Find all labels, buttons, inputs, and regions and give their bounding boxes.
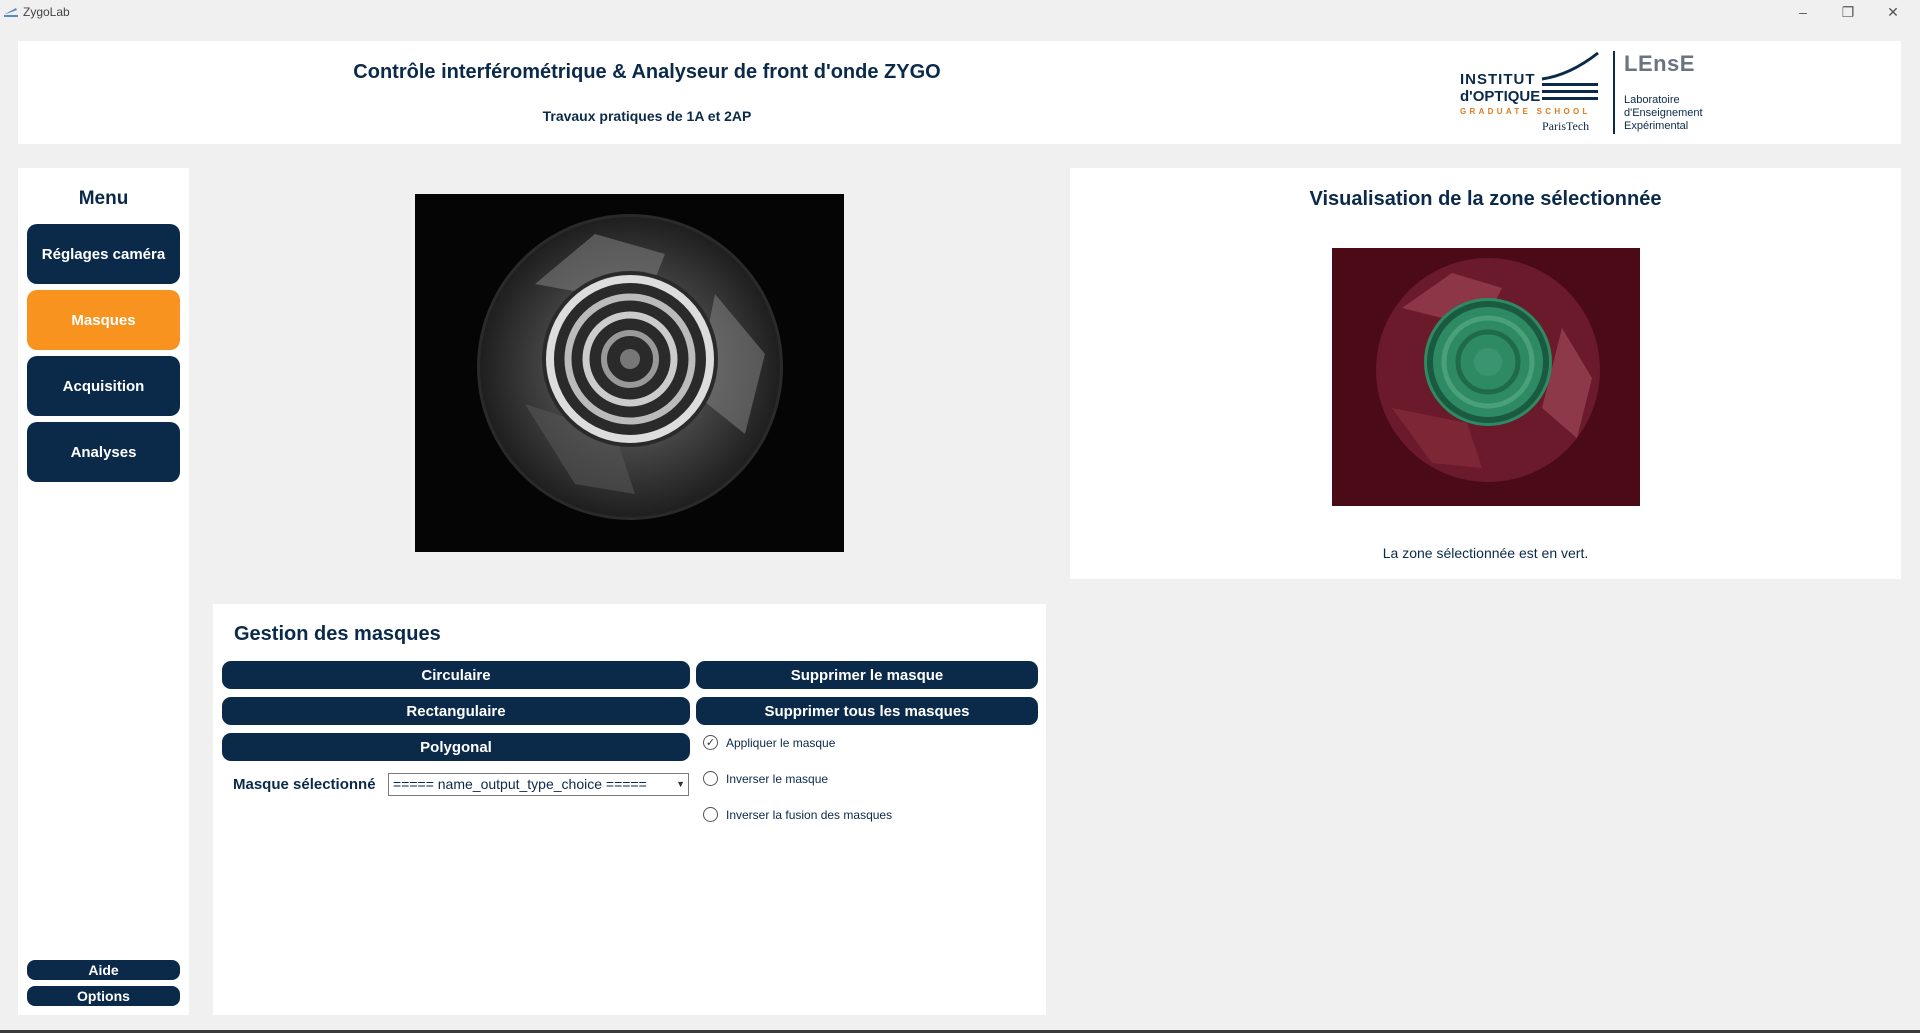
logo-stripes-icon — [1541, 51, 1599, 100]
menu-title: Menu — [78, 188, 129, 209]
chevron-down-icon[interactable]: ▼ — [676, 774, 685, 795]
lense-logo-subtitle: Laboratoire d'Enseignement Expérimental — [1624, 94, 1703, 132]
checkbox-unchecked-icon[interactable] — [703, 807, 718, 822]
camera-image — [415, 194, 844, 552]
close-icon[interactable]: ✕ — [1883, 2, 1903, 22]
page-title: Contrôle interférométrique & Analyseur d… — [353, 61, 941, 83]
visualization-title: Visualisation de la zone sélectionnée — [1309, 188, 1662, 210]
invert-mask-checkbox[interactable]: Inverser le masque — [703, 771, 828, 786]
polygonal-mask-button[interactable]: Polygonal — [222, 733, 690, 761]
logo-separator — [1613, 51, 1615, 134]
page-subtitle: Travaux pratiques de 1A et 2AP — [542, 108, 752, 124]
delete-all-masks-button[interactable]: Supprimer tous les masques — [696, 697, 1038, 725]
restore-icon[interactable]: ❐ — [1838, 2, 1858, 22]
app-icon — [4, 8, 18, 17]
invert-mask-fusion-checkbox[interactable]: Inverser la fusion des masques — [703, 807, 892, 822]
options-button[interactable]: Options — [27, 986, 180, 1006]
mask-management-panel: Gestion des masques Circulaire Rectangul… — [213, 604, 1046, 1015]
sidebar-menu: Menu Réglages caméra Masques Acquisition… — [18, 168, 189, 1015]
mask-panel-title: Gestion des masques — [234, 623, 441, 645]
checkbox-checked-icon[interactable]: ✓ — [703, 735, 718, 750]
selected-mask-dropdown[interactable]: ===== name_output_type_choice ===== ▼ — [388, 773, 689, 796]
apply-mask-checkbox[interactable]: ✓ Appliquer le masque — [703, 735, 835, 750]
checkbox-unchecked-icon[interactable] — [703, 771, 718, 786]
rectangular-mask-button[interactable]: Rectangulaire — [222, 697, 690, 725]
window-title: ZygoLab — [23, 5, 70, 19]
sidebar-item-masks[interactable]: Masques — [27, 290, 180, 350]
header-panel: Contrôle interférométrique & Analyseur d… — [18, 41, 1901, 144]
window-title-bar: ZygoLab – ❐ ✕ — [0, 0, 1920, 24]
delete-mask-button[interactable]: Supprimer le masque — [696, 661, 1038, 689]
visualization-caption: La zone sélectionnée est en vert. — [1382, 545, 1589, 561]
institut-optique-logo: INSTITUT d'OPTIQUE GRADUATE SCHOOL Paris… — [1458, 51, 1618, 136]
sidebar-item-analyses[interactable]: Analyses — [27, 422, 180, 482]
lense-logo: LEnsE — [1624, 51, 1695, 76]
sidebar-item-acquisition[interactable]: Acquisition — [27, 356, 180, 416]
circular-mask-button[interactable]: Circulaire — [222, 661, 690, 689]
sidebar-item-camera-settings[interactable]: Réglages caméra — [27, 224, 180, 284]
minimize-icon[interactable]: – — [1793, 2, 1813, 22]
selected-mask-label: Masque sélectionné — [233, 776, 376, 793]
visualization-panel: Visualisation de la zone sélectionnée La… — [1070, 168, 1901, 579]
help-button[interactable]: Aide — [27, 960, 180, 980]
masked-zone-image — [1332, 248, 1640, 506]
